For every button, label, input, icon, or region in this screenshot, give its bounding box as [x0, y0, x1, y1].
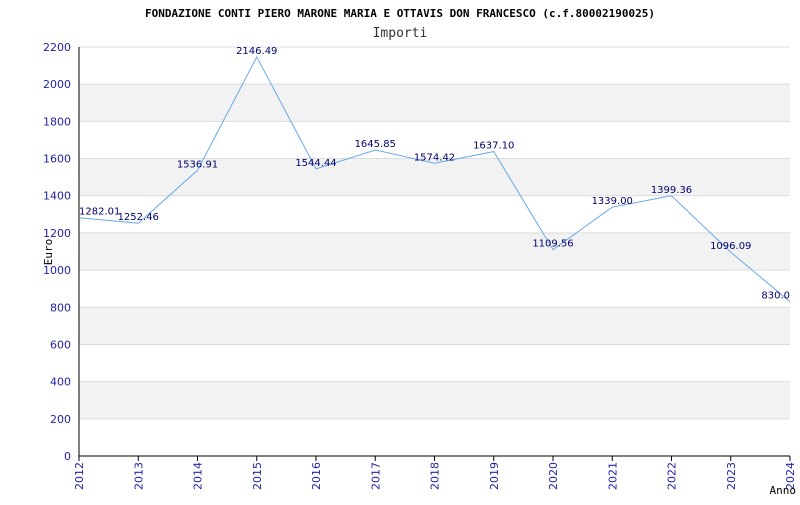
y-tick-600: 600 — [50, 338, 71, 351]
y-tick-400: 400 — [50, 376, 71, 389]
chart-container: FONDAZIONE CONTI PIERO MARONE MARIA E OT… — [0, 0, 800, 500]
data-label-2024: 830.0 — [761, 291, 790, 302]
y-tick-800: 800 — [50, 301, 71, 314]
x-tick-2012: 2012 — [73, 462, 86, 490]
x-tick-2017: 2017 — [369, 462, 382, 490]
x-tick-labels: 2012 2013 2014 2015 2016 2017 2018 2019 2020 2021… — [73, 462, 797, 490]
data-label-2020: 1109.56 — [532, 239, 573, 250]
x-axis-label: Anno — [770, 484, 797, 497]
y-axis-label: Euro — [42, 239, 55, 266]
data-label-2019: 1637.10 — [473, 141, 514, 152]
data-label-2014: 1536.91 — [177, 159, 218, 170]
grid-band — [79, 307, 790, 345]
y-tick-1400: 1400 — [43, 190, 71, 203]
data-label-2015: 2146.49 — [236, 46, 277, 57]
data-label-2016: 1544.44 — [295, 158, 336, 169]
x-tick-2021: 2021 — [606, 462, 619, 490]
data-label-2017: 1645.85 — [355, 139, 396, 150]
x-tick-2022: 2022 — [666, 462, 679, 490]
grid-band — [79, 84, 790, 122]
grid-band — [79, 381, 790, 419]
chart-title: FONDAZIONE CONTI PIERO MARONE MARIA E OT… — [145, 7, 655, 20]
data-label-2021: 1339.00 — [592, 196, 633, 207]
data-label-2022: 1399.36 — [651, 185, 692, 196]
chart-subtitle: Importi — [373, 26, 428, 41]
x-tick-2015: 2015 — [251, 462, 264, 490]
data-label-2013: 1252.46 — [118, 212, 159, 223]
x-tick-2016: 2016 — [310, 462, 323, 490]
plot-bands — [79, 84, 790, 419]
x-tick-2023: 2023 — [725, 462, 738, 490]
data-label-2018: 1574.42 — [414, 152, 455, 163]
y-tick-1600: 1600 — [43, 153, 71, 166]
grid-band — [79, 232, 790, 271]
data-label-2012: 1282.01 — [79, 207, 120, 218]
x-tick-2014: 2014 — [192, 462, 205, 490]
x-tick-2013: 2013 — [132, 462, 145, 490]
y-tick-0: 0 — [64, 450, 71, 463]
y-tick-2000: 2000 — [43, 78, 71, 91]
y-tick-1200: 1200 — [43, 227, 71, 240]
line-chart: FONDAZIONE CONTI PIERO MARONE MARIA E OT… — [42, 7, 797, 497]
y-tick-1800: 1800 — [43, 115, 71, 128]
data-label-2023: 1096.09 — [710, 241, 751, 252]
x-tick-2020: 2020 — [547, 462, 560, 490]
y-tick-2200: 2200 — [43, 41, 71, 54]
x-tick-2018: 2018 — [429, 462, 442, 490]
y-tick-200: 200 — [50, 413, 71, 426]
x-tick-2019: 2019 — [488, 462, 501, 490]
